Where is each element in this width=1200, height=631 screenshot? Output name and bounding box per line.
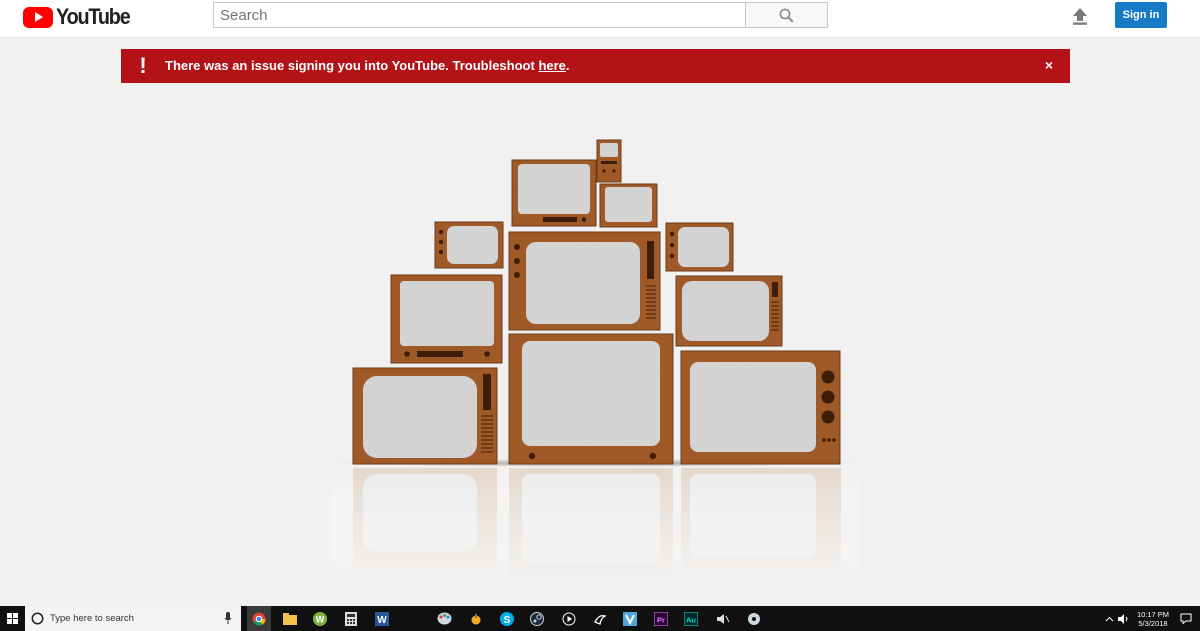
sign-in-error-alert: ! There was an issue signing you into Yo… bbox=[121, 49, 1070, 83]
search-input[interactable] bbox=[213, 2, 746, 28]
green-w-app-icon: W bbox=[313, 611, 327, 626]
tv-10 bbox=[508, 333, 674, 465]
taskbar-paint[interactable] bbox=[433, 606, 455, 631]
taskbar-inkscape[interactable] bbox=[589, 606, 611, 631]
disc-icon bbox=[748, 612, 760, 625]
masthead: YouTube Sign in bbox=[0, 0, 1200, 38]
tv-9 bbox=[352, 367, 498, 465]
tv-5 bbox=[665, 222, 734, 272]
start-button[interactable] bbox=[0, 606, 25, 631]
close-alert-button[interactable]: × bbox=[1042, 57, 1056, 73]
svg-text:Au: Au bbox=[686, 615, 696, 624]
exclamation-icon: ! bbox=[139, 53, 147, 78]
volume-icon bbox=[1118, 613, 1128, 624]
taskbar-app-yellow[interactable] bbox=[465, 606, 487, 631]
taskbar-search-box[interactable]: Type here to search bbox=[25, 606, 241, 631]
upload-button[interactable] bbox=[1069, 5, 1091, 27]
alert-message-text: There was an issue signing you into YouT… bbox=[165, 58, 539, 73]
tv-4 bbox=[434, 221, 504, 269]
taskbar-disc-app[interactable] bbox=[743, 606, 765, 631]
tv-stack-illustration bbox=[330, 139, 860, 588]
volume-button[interactable] bbox=[1117, 606, 1131, 631]
inkscape-icon bbox=[594, 614, 607, 625]
taskbar-premiere[interactable]: Pr bbox=[650, 606, 672, 631]
visual-studio-icon bbox=[623, 611, 637, 626]
troubleshoot-link[interactable]: here bbox=[538, 58, 565, 73]
audio-app-icon bbox=[717, 613, 730, 624]
svg-text:Pr: Pr bbox=[657, 615, 665, 624]
tv-1 bbox=[596, 139, 622, 183]
alert-message-end: . bbox=[565, 58, 570, 73]
app-icon bbox=[471, 613, 481, 624]
action-center-button[interactable] bbox=[1177, 606, 1195, 631]
tv-7 bbox=[390, 274, 503, 364]
search-icon bbox=[779, 8, 794, 23]
taskbar-app-green[interactable]: W bbox=[309, 606, 331, 631]
show-hidden-icons-button[interactable] bbox=[1103, 606, 1115, 631]
word-icon: W bbox=[375, 611, 389, 626]
clock-date: 5/3/2018 bbox=[1138, 618, 1168, 628]
alert-message: There was an issue signing you into YouT… bbox=[165, 58, 570, 73]
microphone-icon[interactable] bbox=[224, 612, 232, 625]
chevron-up-icon bbox=[1105, 616, 1113, 621]
taskbar-audition[interactable]: Au bbox=[680, 606, 702, 631]
taskbar-media-player[interactable] bbox=[558, 606, 580, 631]
logo-text: YouTube bbox=[56, 4, 131, 29]
tv-stack bbox=[352, 139, 841, 465]
windows-taskbar: Type here to search W W S Pr Au 10:17 PM… bbox=[0, 606, 1200, 631]
chrome-icon bbox=[252, 612, 266, 625]
taskbar-calculator[interactable] bbox=[340, 606, 362, 631]
audition-icon: Au bbox=[684, 611, 698, 626]
steam-icon bbox=[530, 611, 544, 626]
taskbar-search-placeholder: Type here to search bbox=[50, 613, 134, 624]
search-button[interactable] bbox=[745, 2, 828, 28]
tv-2 bbox=[511, 159, 597, 227]
taskbar-file-explorer[interactable] bbox=[279, 606, 301, 631]
skype-icon: S bbox=[500, 611, 514, 626]
upload-icon bbox=[1073, 8, 1087, 25]
media-player-icon bbox=[562, 612, 576, 625]
taskbar-skype[interactable]: S bbox=[496, 606, 518, 631]
paint-palette-icon bbox=[437, 612, 451, 625]
taskbar-audio-app[interactable] bbox=[712, 606, 734, 631]
svg-text:W: W bbox=[316, 614, 325, 624]
calculator-icon bbox=[345, 611, 357, 626]
tv-8 bbox=[675, 275, 783, 347]
svg-text:W: W bbox=[377, 615, 387, 626]
taskbar-chrome[interactable] bbox=[247, 606, 271, 631]
clock[interactable]: 10:17 PM 5/3/2018 bbox=[1134, 606, 1172, 631]
taskbar-visual-studio[interactable] bbox=[619, 606, 641, 631]
taskbar-steam[interactable] bbox=[526, 606, 548, 631]
svg-text:S: S bbox=[504, 615, 511, 626]
clock-time: 10:17 PM bbox=[1136, 609, 1170, 619]
tv-11 bbox=[680, 350, 841, 465]
taskbar-word[interactable]: W bbox=[371, 606, 393, 631]
cortana-icon bbox=[31, 612, 44, 625]
tv-6 bbox=[508, 231, 661, 331]
youtube-logo[interactable]: YouTube bbox=[23, 4, 138, 29]
notification-icon bbox=[1180, 613, 1192, 624]
sign-in-button[interactable]: Sign in bbox=[1115, 2, 1167, 28]
folder-icon bbox=[283, 612, 297, 625]
youtube-play-icon bbox=[23, 6, 53, 28]
tv-3 bbox=[599, 183, 658, 228]
premiere-icon: Pr bbox=[654, 611, 668, 626]
windows-icon bbox=[7, 613, 18, 624]
